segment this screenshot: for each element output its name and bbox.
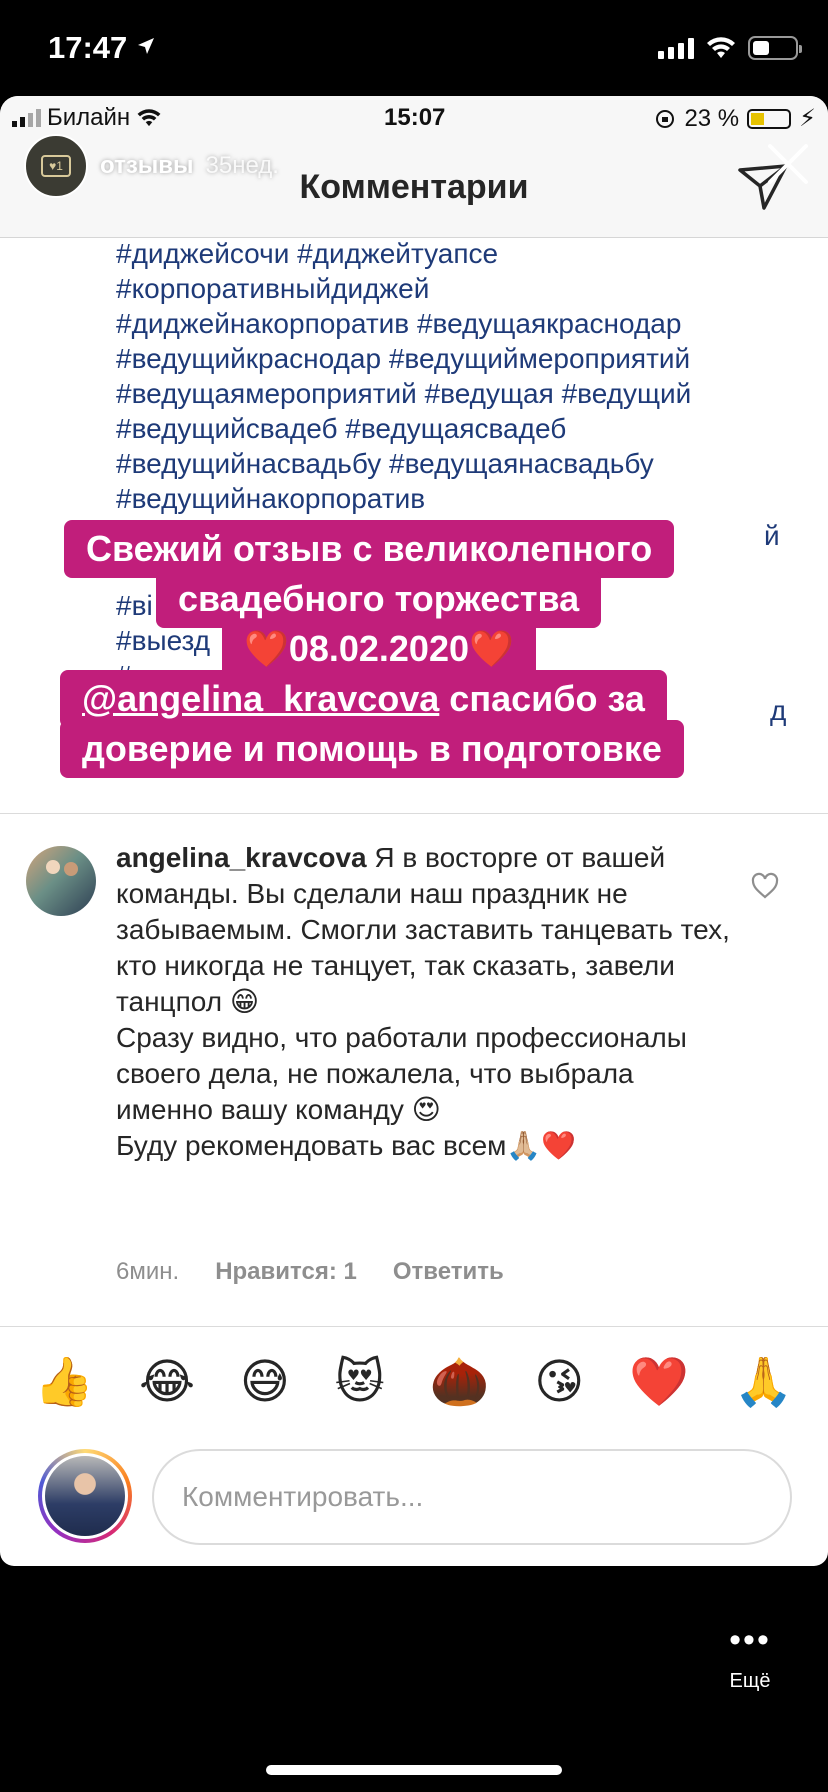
comment-time: 6мин. bbox=[116, 1258, 180, 1285]
comment-username[interactable]: angelina_kravcova bbox=[116, 842, 367, 873]
tears-of-joy-emoji[interactable]: 😂 bbox=[139, 1359, 195, 1407]
comment-text: Буду рекомендовать вас всем🙏🏼❤️ bbox=[116, 1130, 577, 1161]
my-avatar[interactable] bbox=[38, 1449, 132, 1543]
heart-eyes-cat-emoji[interactable]: 😻 bbox=[335, 1359, 385, 1407]
status-bar: 17:47 bbox=[0, 0, 828, 96]
hashtag-line[interactable]: #ведущаямероприятий #ведущая #ведущий bbox=[116, 378, 691, 410]
hashtag-fragment: #ві bbox=[116, 590, 153, 621]
close-icon[interactable] bbox=[766, 142, 810, 186]
signal-icon bbox=[658, 37, 694, 59]
emoji-bar: 👍 😂 😅 😻 🌰 😘 ❤️ 🙏 bbox=[0, 1328, 828, 1438]
likes-count[interactable]: Нравится: 1 bbox=[215, 1258, 357, 1286]
rotation-lock-icon bbox=[656, 109, 675, 128]
hashtag-line[interactable]: #корпоративныйдиджей bbox=[116, 273, 429, 305]
inner-battery-percent: 23 % bbox=[684, 104, 740, 132]
sweat-smile-emoji[interactable]: 😅 bbox=[240, 1359, 290, 1407]
inner-time: 15:07 bbox=[384, 104, 446, 131]
chestnut-emoji[interactable]: 🌰 bbox=[430, 1359, 490, 1407]
more-button[interactable]: ••• Ещё bbox=[712, 1621, 788, 1693]
comment-body: angelina_kravcova Я в восторге от вашей … bbox=[116, 840, 736, 1164]
thumbs-up-emoji[interactable]: 👍 bbox=[34, 1359, 94, 1407]
home-indicator[interactable] bbox=[266, 1765, 562, 1775]
inner-signal-icon bbox=[12, 109, 41, 127]
hashtag-line[interactable]: #диджейнакорпоратив #ведущаякраснодар bbox=[116, 308, 681, 340]
more-label: Ещё bbox=[729, 1670, 771, 1692]
comment-meta: 6мин. Нравится: 1 Ответить bbox=[116, 1258, 504, 1286]
page-title: Комментарии bbox=[299, 168, 529, 206]
status-time: 17:47 bbox=[48, 30, 128, 65]
hashtag-fragment: д bbox=[770, 695, 787, 726]
kiss-emoji[interactable]: 😘 bbox=[534, 1359, 584, 1407]
comment-composer bbox=[0, 1441, 828, 1551]
wifi-icon bbox=[707, 37, 735, 58]
more-icon: ••• bbox=[729, 1621, 771, 1659]
mention-link[interactable]: @angelina_kravcova bbox=[82, 678, 439, 719]
caption-area: #диджейсочи #диджейтуапсе #корпоративный… bbox=[0, 238, 828, 814]
reply-button[interactable]: Ответить bbox=[393, 1258, 504, 1286]
hashtag-line[interactable]: #ведущийнасвадьбу #ведущаянасвадьбу bbox=[116, 448, 654, 480]
hashtag-line[interactable]: #ведущийнакорпоратив bbox=[116, 483, 425, 515]
avatar[interactable] bbox=[26, 846, 96, 916]
location-arrow-icon bbox=[136, 36, 156, 61]
inner-battery-icon bbox=[747, 108, 792, 129]
hashtag-line[interactable]: #ведущийкраснодар #ведущиймероприятий bbox=[116, 343, 690, 375]
comment-input[interactable] bbox=[152, 1449, 792, 1545]
inner-status-bar: Билайн 15:07 23 % ⚡ bbox=[12, 104, 816, 138]
pray-emoji[interactable]: 🙏 bbox=[734, 1359, 794, 1407]
story-card: Билайн 15:07 23 % ⚡ ♥1 отзывы 35нед. Ком… bbox=[0, 96, 828, 1566]
comment-item: angelina_kravcova Я в восторге от вашей … bbox=[0, 814, 828, 1327]
red-heart-emoji[interactable]: ❤️ bbox=[629, 1359, 689, 1407]
inner-wifi-icon bbox=[137, 109, 161, 127]
hashtag-fragment: #выезд bbox=[116, 625, 211, 656]
charging-icon: ⚡ bbox=[799, 105, 816, 132]
hashtag-fragment: й bbox=[764, 520, 780, 551]
hashtag-line[interactable]: #ведущийсвадеб #ведущаясвадеб bbox=[116, 413, 566, 445]
inner-carrier: Билайн bbox=[47, 104, 131, 131]
sticker-text: спасибо за bbox=[439, 678, 645, 719]
hashtag-line[interactable]: #диджейсочи #диджейтуапсе bbox=[116, 238, 498, 270]
battery-icon bbox=[748, 36, 802, 60]
comment-text: Сразу видно, что работали профессионалы … bbox=[116, 1022, 687, 1125]
sticker-line: доверие и помощь в подготовке bbox=[60, 720, 684, 778]
heart-icon[interactable] bbox=[750, 872, 780, 900]
inner-header: Билайн 15:07 23 % ⚡ ♥1 отзывы 35нед. Ком… bbox=[0, 96, 828, 238]
